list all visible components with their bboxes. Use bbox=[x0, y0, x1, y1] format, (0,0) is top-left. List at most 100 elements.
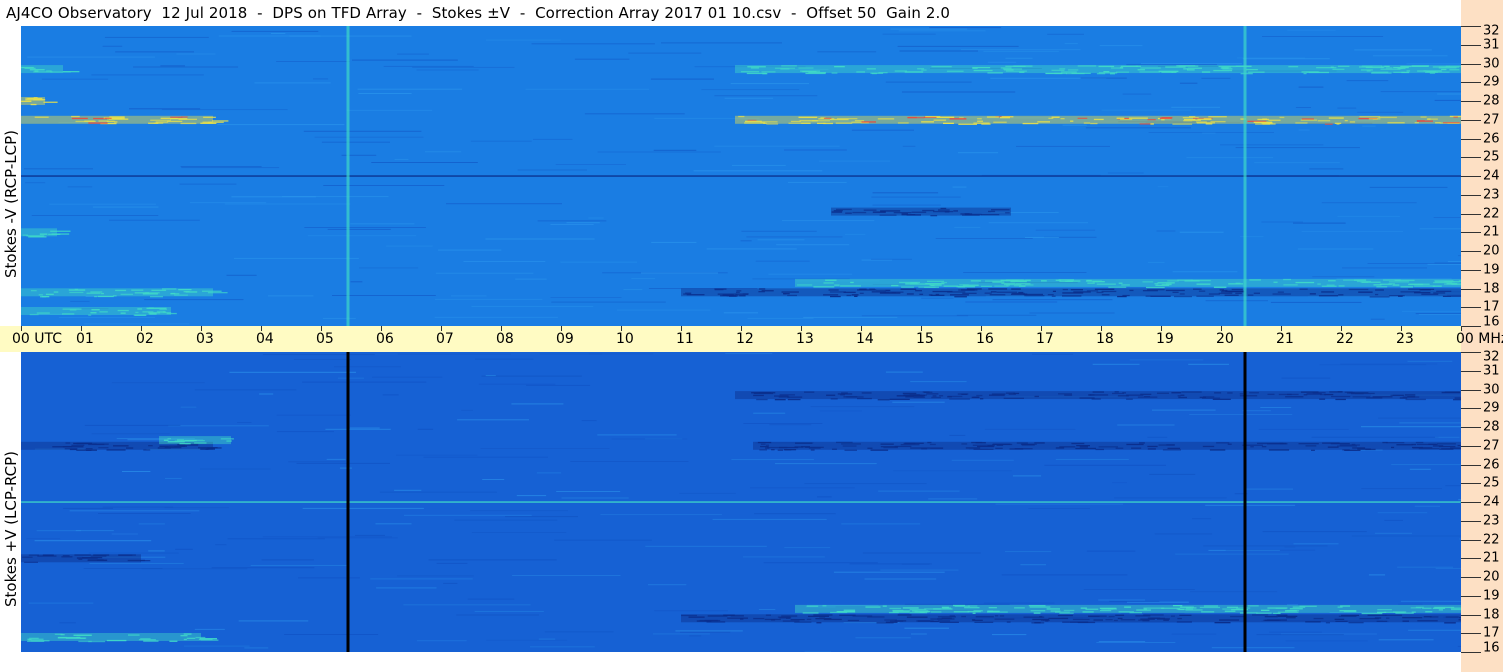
noise-streak bbox=[165, 477, 182, 479]
band-speckle bbox=[62, 446, 84, 448]
freq-tick-label: 19 bbox=[1483, 262, 1500, 278]
freq-tick-label: 26 bbox=[1483, 131, 1500, 146]
noise-streak bbox=[454, 519, 558, 521]
noise-streak bbox=[782, 220, 875, 222]
noise-streak bbox=[450, 295, 487, 297]
noise-streak bbox=[1083, 589, 1195, 590]
noise-streak bbox=[1408, 629, 1461, 631]
band-speckle bbox=[1187, 69, 1195, 71]
noise-streak bbox=[181, 167, 280, 169]
dark-band-mark bbox=[681, 288, 1461, 298]
noise-streak bbox=[1035, 229, 1096, 231]
band-speckle bbox=[1277, 291, 1284, 293]
band-speckle bbox=[1285, 396, 1304, 398]
noise-streak bbox=[732, 164, 786, 166]
noise-streak bbox=[1361, 488, 1442, 490]
noise-streak bbox=[1203, 545, 1328, 547]
band-speckle bbox=[150, 296, 163, 298]
noise-streak bbox=[485, 375, 496, 377]
band-speckle bbox=[747, 66, 766, 68]
noise-streak bbox=[818, 160, 891, 162]
band-speckle bbox=[985, 280, 1002, 282]
noise-streak bbox=[1101, 109, 1191, 111]
band-speckle bbox=[71, 115, 80, 118]
freq-tick bbox=[1461, 251, 1481, 252]
band-speckle bbox=[825, 279, 837, 281]
page-title: AJ4CO Observatory 12 Jul 2018 - DPS on T… bbox=[6, 4, 951, 22]
noise-streak bbox=[194, 389, 297, 391]
band-speckle bbox=[980, 398, 984, 400]
noise-streak bbox=[238, 620, 309, 622]
band-speckle bbox=[1208, 116, 1227, 118]
band-speckle bbox=[27, 640, 45, 642]
freq-tick bbox=[1461, 26, 1481, 27]
noise-streak bbox=[49, 203, 156, 205]
freq-tick-label: 25 bbox=[1483, 149, 1500, 165]
band-speckle bbox=[929, 284, 942, 286]
noise-streak bbox=[740, 240, 752, 242]
band-speckle bbox=[1004, 283, 1022, 286]
noise-streak bbox=[584, 113, 685, 115]
band-speckle bbox=[1337, 65, 1350, 67]
noise-streak bbox=[1260, 407, 1292, 408]
band-speckle bbox=[155, 121, 169, 123]
band-speckle bbox=[60, 634, 65, 636]
band-speckle bbox=[927, 441, 932, 444]
band-speckle bbox=[1444, 622, 1456, 624]
noise-streak bbox=[511, 403, 564, 405]
band-speckle bbox=[76, 442, 92, 445]
band-speckle bbox=[1239, 395, 1258, 397]
noise-streak bbox=[1293, 543, 1339, 545]
dark-band-mark bbox=[735, 391, 1461, 401]
band-speckle bbox=[148, 312, 161, 314]
band-speckle bbox=[1108, 615, 1115, 618]
band-speckle bbox=[1057, 614, 1073, 617]
band-speckle bbox=[878, 72, 888, 74]
band-speckle bbox=[933, 210, 954, 213]
band-speckle bbox=[751, 392, 771, 394]
noise-streak bbox=[160, 65, 185, 67]
noise-streak bbox=[880, 569, 959, 571]
noise-streak bbox=[1175, 553, 1289, 555]
noise-streak bbox=[650, 78, 714, 80]
band-speckle bbox=[1101, 294, 1110, 296]
noise-streak bbox=[1380, 91, 1461, 93]
band-speckle bbox=[975, 442, 986, 444]
freq-tick bbox=[1461, 269, 1481, 271]
noise-streak bbox=[784, 547, 831, 549]
band-speckle bbox=[186, 637, 196, 639]
band-speckle bbox=[984, 292, 992, 294]
band-speckle bbox=[1425, 611, 1433, 613]
noise-streak bbox=[1086, 550, 1136, 552]
band-speckle bbox=[194, 442, 207, 444]
noise-streak bbox=[91, 433, 170, 435]
band-speckle bbox=[954, 605, 970, 607]
band-speckle bbox=[1076, 445, 1090, 447]
band-speckle bbox=[1178, 396, 1187, 399]
band-speckle bbox=[938, 620, 951, 622]
noise-streak bbox=[352, 59, 458, 61]
noise-streak bbox=[84, 424, 181, 426]
band-speckle bbox=[1093, 619, 1103, 621]
noise-streak bbox=[731, 459, 814, 461]
bright-band-mark bbox=[21, 633, 219, 643]
band-speckle bbox=[790, 120, 801, 123]
band-speckle bbox=[34, 116, 49, 118]
band-speckle bbox=[1283, 284, 1298, 286]
dark-band-mark bbox=[21, 554, 151, 563]
noise-streak bbox=[1114, 497, 1227, 499]
noise-streak bbox=[262, 354, 375, 356]
band-speckle bbox=[1162, 449, 1181, 451]
band-speckle bbox=[987, 445, 995, 447]
noise-streak bbox=[861, 315, 969, 317]
band-speckle bbox=[852, 211, 867, 214]
noise-streak bbox=[302, 381, 427, 383]
band-speckle bbox=[1114, 391, 1119, 393]
noise-streak bbox=[231, 30, 319, 32]
noise-streak bbox=[505, 516, 578, 518]
band-speckle bbox=[1377, 609, 1392, 611]
band-speckle bbox=[162, 288, 177, 290]
noise-streak bbox=[326, 458, 346, 460]
noise-streak bbox=[1298, 86, 1324, 88]
band-speckle bbox=[777, 616, 791, 618]
